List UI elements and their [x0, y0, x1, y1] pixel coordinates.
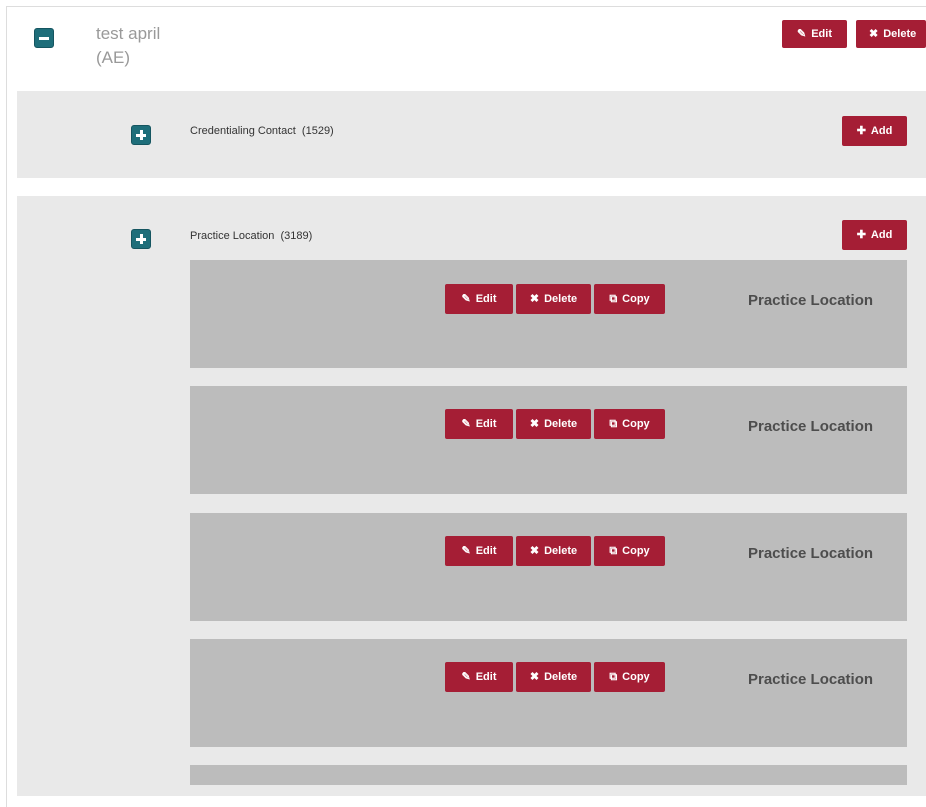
record-delete-label: Delete: [883, 28, 917, 40]
card-title: Practice Location: [748, 671, 874, 688]
edit-icon: ✎: [461, 544, 471, 557]
section-count: (3189): [280, 230, 313, 242]
record-delete-button[interactable]: ✖ Delete: [856, 20, 926, 48]
copy-icon: ⧉: [609, 417, 618, 430]
add-label: Add: [870, 125, 893, 137]
x-icon: ✖: [529, 670, 540, 683]
record-title-line1: test april: [96, 24, 161, 43]
edit-icon: ✎: [461, 292, 471, 305]
section-name: Practice Location: [190, 230, 275, 242]
practice-location-card: ✎ Edit ✖ Delete ⧉ Copy Practice Location: [190, 513, 907, 621]
record-title-line2: (AE): [96, 48, 130, 67]
card-copy-label: Copy: [622, 293, 650, 305]
card-edit-button[interactable]: ✎ Edit: [445, 536, 513, 566]
section-label-practice-location: Practice Location (3189): [190, 230, 312, 242]
edit-icon: ✎: [461, 670, 471, 683]
card-edit-label: Edit: [475, 418, 497, 430]
card-edit-label: Edit: [475, 293, 497, 305]
section-count: (1529): [301, 125, 334, 137]
add-credentialing-contact-button[interactable]: ✚ Add: [842, 116, 907, 146]
practice-location-card: ✎ Edit ✖ Delete ⧉ Copy Practice Location: [190, 639, 907, 747]
practice-location-card: ✎ Edit ✖ Delete ⧉ Copy Practice Location: [190, 260, 907, 368]
card-delete-label: Delete: [544, 418, 578, 430]
card-edit-button[interactable]: ✎ Edit: [445, 662, 513, 692]
practice-location-card: ✎ Edit ✖ Delete ⧉ Copy Practice Location: [190, 386, 907, 494]
card-delete-label: Delete: [544, 545, 578, 557]
x-icon: ✖: [529, 544, 540, 557]
section-label-credentialing-contact: Credentialing Contact (1529): [190, 125, 334, 137]
collapse-minus-icon[interactable]: [34, 28, 54, 48]
card-delete-button[interactable]: ✖ Delete: [516, 284, 591, 314]
card-title: Practice Location: [748, 292, 874, 309]
card-copy-button[interactable]: ⧉ Copy: [594, 536, 665, 566]
copy-icon: ⧉: [609, 292, 618, 305]
edit-icon: ✎: [461, 417, 471, 430]
card-delete-button[interactable]: ✖ Delete: [516, 536, 591, 566]
copy-icon: ⧉: [609, 544, 618, 557]
card-delete-button[interactable]: ✖ Delete: [516, 662, 591, 692]
card-edit-label: Edit: [475, 545, 497, 557]
card-title: Practice Location: [748, 418, 874, 435]
practice-location-card: [190, 765, 907, 785]
section-name: Credentialing Contact: [190, 125, 296, 137]
x-icon: ✖: [869, 27, 879, 40]
expand-plus-icon[interactable]: [131, 125, 151, 145]
card-copy-button[interactable]: ⧉ Copy: [594, 662, 665, 692]
x-icon: ✖: [529, 292, 540, 305]
card-copy-button[interactable]: ⧉ Copy: [594, 409, 665, 439]
record-edit-label: Edit: [811, 28, 832, 40]
card-delete-label: Delete: [544, 671, 578, 683]
card-delete-label: Delete: [544, 293, 578, 305]
card-copy-label: Copy: [622, 545, 650, 557]
card-edit-label: Edit: [475, 671, 497, 683]
expand-plus-icon[interactable]: [131, 229, 151, 249]
card-title: Practice Location: [748, 545, 874, 562]
card-edit-button[interactable]: ✎ Edit: [445, 284, 513, 314]
card-copy-label: Copy: [622, 418, 650, 430]
plus-icon: ✚: [856, 228, 866, 241]
record-title: test april (AE): [96, 22, 206, 70]
x-icon: ✖: [529, 417, 540, 430]
plus-icon: ✚: [856, 124, 866, 137]
card-edit-button[interactable]: ✎ Edit: [445, 409, 513, 439]
card-copy-button[interactable]: ⧉ Copy: [594, 284, 665, 314]
add-label: Add: [870, 229, 893, 241]
section-credentialing-contact: [17, 91, 926, 178]
card-delete-button[interactable]: ✖ Delete: [516, 409, 591, 439]
record-edit-button[interactable]: ✎ Edit: [782, 20, 847, 48]
card-copy-label: Copy: [622, 671, 650, 683]
add-practice-location-button[interactable]: ✚ Add: [842, 220, 907, 250]
copy-icon: ⧉: [609, 670, 618, 683]
edit-icon: ✎: [797, 27, 807, 40]
